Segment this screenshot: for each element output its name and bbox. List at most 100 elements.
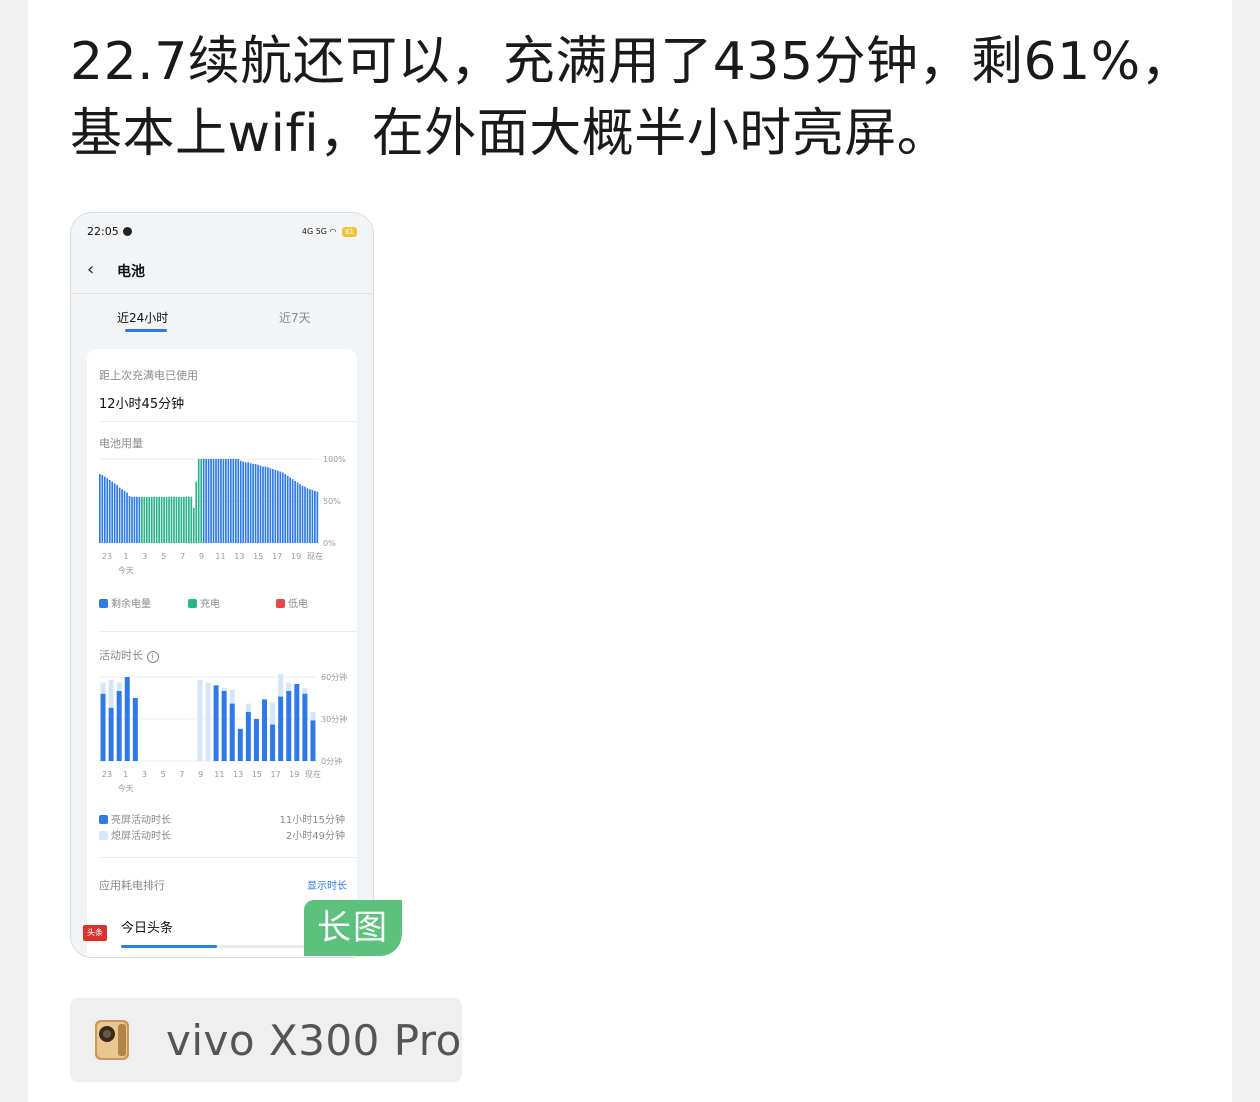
battery-bar — [207, 459, 210, 543]
legend-screen-off-value: 2小时49分钟 — [285, 831, 345, 842]
x-tick-label: 5 — [161, 552, 166, 561]
screen-off-bar — [108, 679, 114, 708]
screen-on-bar — [132, 698, 138, 761]
tab-7d[interactable]: 近7天 — [279, 309, 311, 326]
screen-off-bar — [229, 689, 235, 704]
legend-swatch — [99, 815, 108, 824]
battery-bar — [116, 485, 118, 543]
x-tick-label: 15 — [253, 552, 263, 561]
screen-off-bar — [286, 682, 292, 691]
device-name: vivo X300 Pro — [166, 1016, 462, 1065]
screen-on-bar — [310, 720, 316, 761]
battery-bar — [262, 466, 264, 543]
battery-bar — [160, 496, 163, 543]
post-card: 22.7续航还可以，充满用了435分钟，剩61%， 基本上wifi，在外面大概半… — [28, 0, 1232, 1102]
battery-bar — [215, 459, 217, 543]
battery-bar — [165, 496, 168, 543]
screen-on-bar — [270, 724, 276, 761]
battery-bar — [247, 462, 249, 543]
top-app-name[interactable]: 今日头条 — [121, 917, 173, 936]
battery-bar — [279, 471, 282, 543]
x-tick-label: 17 — [270, 770, 280, 779]
post-text-line-2: 基本上wifi，在外面大概半小时亮屏。 — [70, 104, 950, 164]
tab-24h[interactable]: 近24小时 — [117, 309, 168, 326]
legend-swatch — [99, 831, 108, 840]
x-tick-label: 19 — [289, 770, 299, 779]
info-icon[interactable]: i — [146, 651, 159, 663]
x-sub-label: 今天 — [118, 783, 134, 793]
screen-off-bar — [197, 679, 203, 761]
battery-bar — [126, 492, 128, 543]
divider — [99, 631, 357, 632]
wifi-icon: ◠ — [329, 227, 337, 236]
status-bar: 22:05 4G 5G ◠ 61 — [87, 225, 357, 241]
x-tick-label: 17 — [272, 552, 282, 561]
since-full-label: 距上次充满电已使用 — [99, 369, 198, 382]
x-tick-label: 9 — [198, 770, 203, 779]
screen-on-bar — [237, 728, 243, 761]
y-tick-label: 60分钟 — [321, 672, 347, 682]
battery-bar — [150, 496, 153, 543]
battery-bar — [101, 474, 104, 543]
battery-bar — [237, 459, 240, 543]
battery-bar — [249, 463, 252, 543]
battery-bar — [304, 486, 306, 543]
legend-screen-off: 熄屏活动时长 — [99, 827, 171, 842]
legend-screen-on: 亮屏活动时长 — [99, 811, 171, 826]
y-tick-label: 30分钟 — [321, 714, 347, 724]
battery-bar — [128, 495, 131, 543]
divider — [99, 857, 357, 858]
legend-low: 低电 — [276, 595, 308, 610]
battery-bar — [197, 459, 200, 543]
device-tag[interactable]: vivo X300 Pro — [70, 998, 462, 1082]
screen-on-bar — [245, 712, 251, 761]
show-duration-link[interactable]: 显示时长 — [307, 877, 347, 892]
battery-bar — [141, 496, 143, 543]
battery-bar — [244, 462, 247, 543]
toutiao-app-icon: 头条 — [83, 925, 107, 941]
battery-bar — [257, 464, 259, 543]
activity-label: 活动时长 i — [99, 647, 159, 663]
battery-bar — [170, 496, 173, 543]
divider — [99, 421, 357, 422]
screenshot-thumbnail[interactable]: 22:05 4G 5G ◠ 61 ‹ 电池 近24小时 近7天 距上次充满电已使… — [70, 212, 374, 958]
x-tick-label: 7 — [179, 770, 184, 779]
post-text: 22.7续航还可以，充满用了435分钟，剩61%， 基本上wifi，在外面大概半… — [70, 26, 1220, 170]
screen-on-bar — [100, 693, 106, 761]
screen-off-bar — [221, 688, 227, 691]
legend-swatch — [276, 599, 285, 608]
battery-bar — [133, 496, 136, 543]
battery-bar — [239, 460, 242, 543]
signal-icon: 4G 5G — [301, 227, 327, 236]
app-bar: ‹ 电池 — [87, 259, 357, 283]
page-title: 电池 — [117, 264, 145, 280]
battery-bar — [99, 474, 101, 543]
screen-on-bar — [278, 696, 284, 761]
post-text-line-1: 22.7续航还可以，充满用了435分钟，剩61%， — [70, 32, 1194, 92]
battery-bar — [274, 469, 277, 543]
battery-icon: 61 — [342, 227, 357, 237]
screen-off-bar — [310, 712, 316, 721]
battery-bar — [185, 496, 188, 543]
legend-screen-on-value: 11小时15分钟 — [279, 815, 345, 826]
since-full-value: 12小时45分钟 — [99, 397, 185, 412]
battery-bar — [192, 507, 195, 543]
x-tick-label: 9 — [199, 552, 204, 561]
usage-bar-fill — [121, 945, 217, 948]
x-tick-label: 3 — [142, 770, 147, 779]
battery-bar — [180, 496, 183, 543]
x-tick-label: 19 — [291, 552, 301, 561]
chevron-left-icon[interactable]: ‹ — [87, 259, 94, 280]
legend-charging: 充电 — [188, 595, 220, 610]
battery-bar — [121, 489, 123, 543]
battery-bar — [148, 496, 151, 543]
battery-bar — [111, 481, 114, 543]
battery-bar — [234, 459, 237, 543]
tab-indicator — [125, 329, 167, 332]
battery-usage-chart: 100%50%0%23 1 3 5 7 9 11 13 15 17 19 现在今天 — [99, 455, 346, 575]
legend-label: 熄屏活动时长 — [111, 831, 171, 842]
notification-dot-icon — [123, 227, 132, 236]
screen-off-bar — [116, 682, 122, 691]
screen-on-bar — [108, 707, 114, 761]
long-image-badge: 长图 — [304, 900, 402, 956]
